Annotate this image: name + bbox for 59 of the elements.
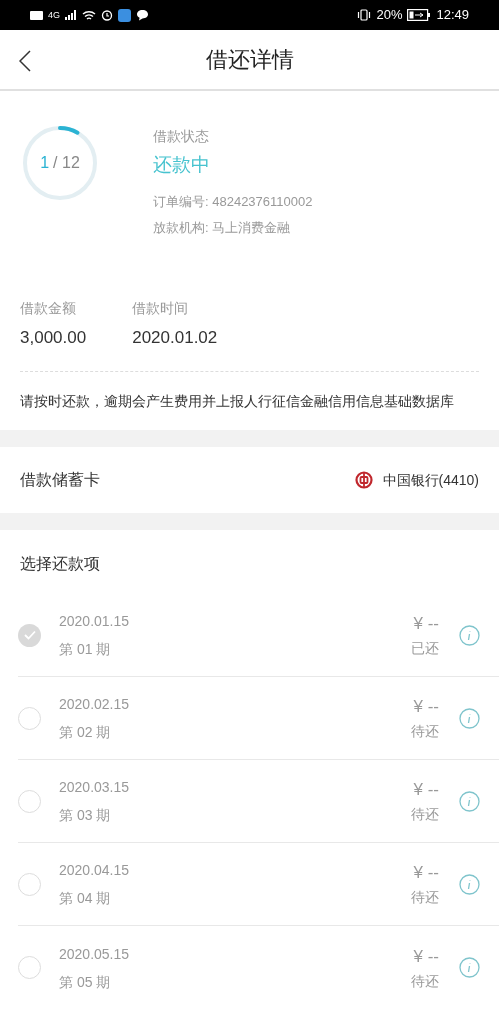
period-number: 第 03 期 xyxy=(59,806,112,824)
period-number: 第 05 期 xyxy=(59,972,112,991)
due-date: 2020.04.15 xyxy=(59,861,131,879)
back-icon xyxy=(19,50,31,72)
installment-status: 已还 xyxy=(411,639,439,657)
info-icon[interactable] xyxy=(459,707,480,729)
loan-field-label: 借款金额 xyxy=(20,299,77,317)
installment-status: 待还 xyxy=(411,888,439,906)
period-number: 第 04 期 xyxy=(59,889,112,907)
installment-status: 待还 xyxy=(411,971,439,990)
chat-bubble-icon xyxy=(136,9,149,21)
bank-logo-icon xyxy=(354,471,373,489)
period-number: 第 01 期 xyxy=(59,640,112,658)
info-icon[interactable] xyxy=(459,790,480,812)
installment-status: 待还 xyxy=(411,805,439,823)
network-label: 4G xyxy=(48,10,60,20)
info-icon[interactable] xyxy=(459,624,480,646)
lender-name: 放款机构: 马上消费金融 xyxy=(153,219,292,237)
battery-percent: 20% xyxy=(376,6,403,25)
installment-amount: ¥ -- xyxy=(413,613,439,635)
bank-card-row[interactable]: 借款储蓄卡 中国银行(4410) xyxy=(0,447,499,513)
vibrate-icon xyxy=(357,9,372,21)
installment-row[interactable]: 2020.02.15 第 02 期 ¥ -- 待还 xyxy=(18,677,499,760)
loan-status: 还款中 xyxy=(153,153,211,177)
clock-time: 12:49 xyxy=(436,6,469,25)
installment-amount: ¥ -- xyxy=(413,779,439,801)
installment-amount: ¥ -- xyxy=(413,945,439,968)
installment-row[interactable]: 2020.01.15 第 01 期 ¥ -- 已还 xyxy=(18,594,499,677)
installment-row[interactable]: 2020.03.15 第 03 期 ¥ -- 待还 xyxy=(18,760,499,843)
bank-card-label: 借款储蓄卡 xyxy=(20,470,100,490)
due-date: 2020.01.15 xyxy=(59,612,131,630)
loan-field-label: 借款时间 xyxy=(132,299,190,317)
installment-amount: ¥ -- xyxy=(413,696,439,718)
current-period: 1 xyxy=(40,153,50,173)
due-date: 2020.03.15 xyxy=(59,778,131,796)
info-icon[interactable] xyxy=(459,957,480,978)
order-number: 订单编号: 48242376110002 xyxy=(153,193,313,211)
alarm-icon xyxy=(101,9,113,21)
total-periods: / 12 xyxy=(53,153,80,173)
period-number: 第 02 期 xyxy=(59,723,112,741)
loan-field-value: 3,000.00 xyxy=(20,327,87,349)
installment-row[interactable]: 2020.04.15 第 04 期 ¥ -- 待还 xyxy=(18,843,499,926)
page-title: 借还详情 xyxy=(205,46,294,74)
hd-icon xyxy=(30,10,43,20)
loan-field-value: 2020.01.02 xyxy=(132,327,218,349)
bank-name: 中国银行(4410) xyxy=(382,470,479,490)
battery-charging-icon xyxy=(407,9,432,21)
section-title: 选择还款项 xyxy=(19,554,101,574)
signal-icon xyxy=(65,10,77,20)
status-label: 借款状态 xyxy=(153,127,210,145)
installment-amount: ¥ -- xyxy=(413,862,439,884)
due-date: 2020.02.15 xyxy=(59,695,131,713)
repayment-notice: 请按时还款，逾期会产生费用并上报人行征信金融信用信息基础数据库 xyxy=(20,392,455,410)
installment-status: 待还 xyxy=(411,722,439,740)
info-icon[interactable] xyxy=(459,873,480,895)
due-date: 2020.05.15 xyxy=(59,944,131,963)
installment-row[interactable]: 2020.05.15 第 05 期 ¥ -- 待还 xyxy=(18,926,499,1009)
app-icon xyxy=(118,8,131,22)
wifi-icon xyxy=(82,9,96,21)
